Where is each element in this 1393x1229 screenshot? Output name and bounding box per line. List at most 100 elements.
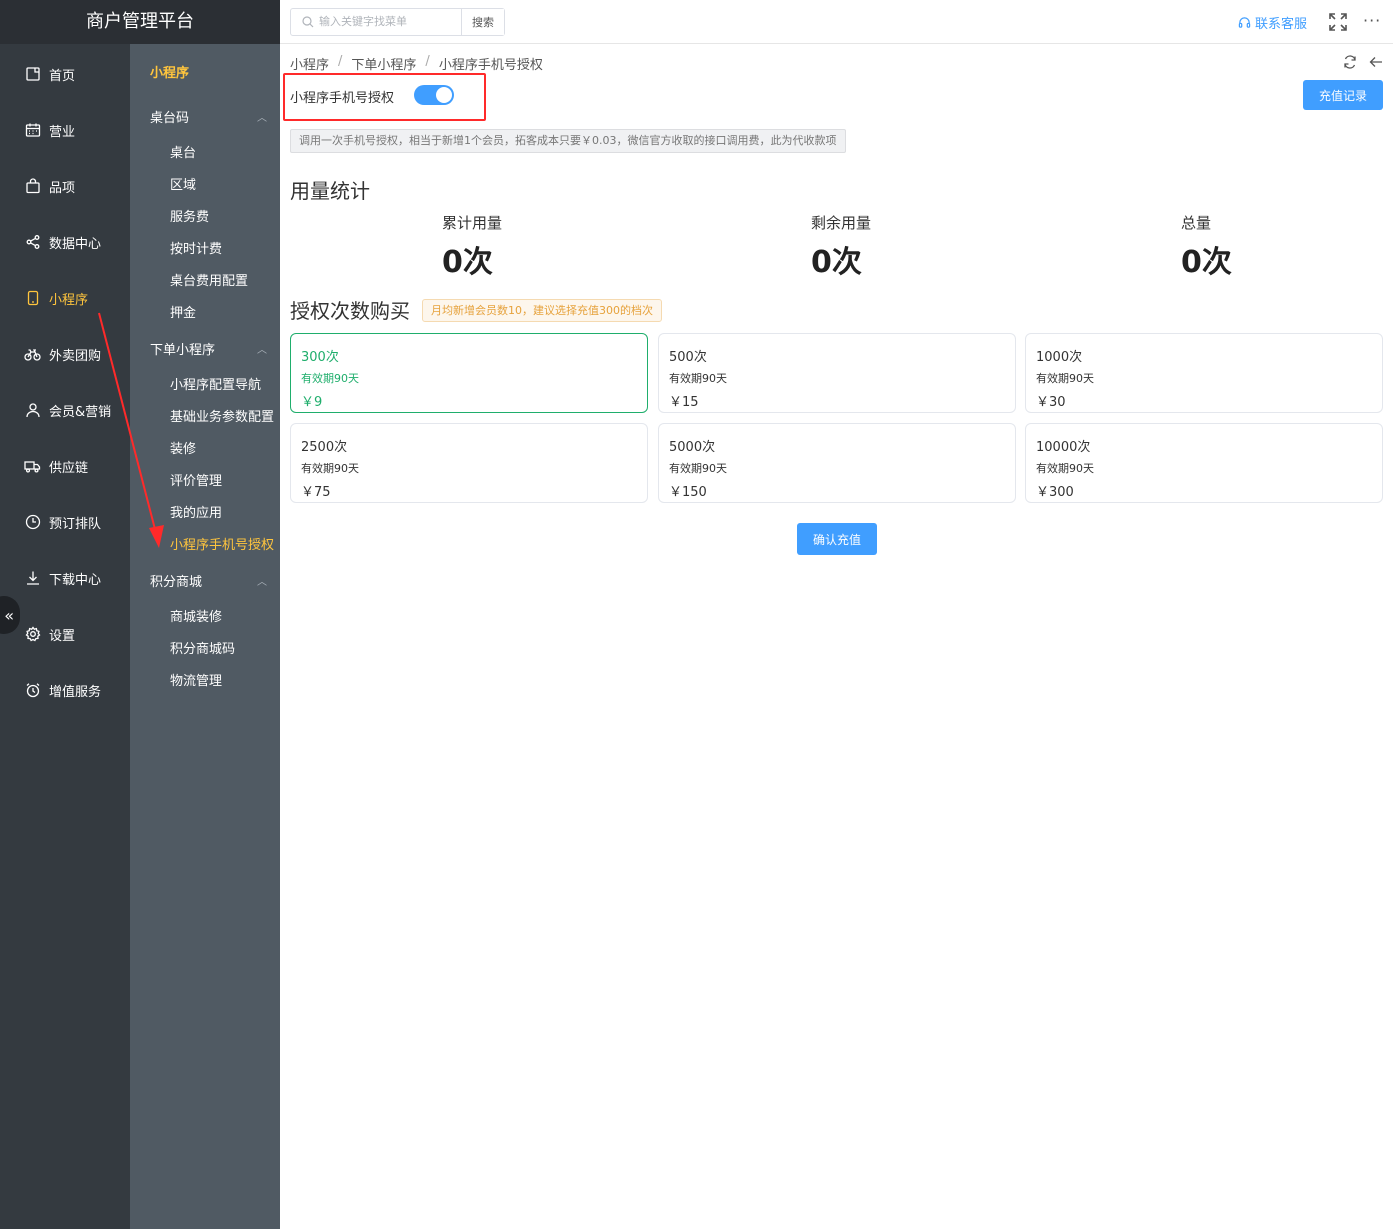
subnav-group-order-mini-program[interactable]: 下单小程序 ︿ <box>150 339 275 358</box>
chevron-up-icon: ︿ <box>257 345 267 356</box>
breadcrumb-separator: / <box>338 54 343 69</box>
download-icon <box>24 570 41 587</box>
phone-auth-label: 小程序手机号授权 <box>290 91 395 106</box>
package-validity: 有效期90天 <box>301 372 359 385</box>
package-price: ￥75 <box>301 485 331 500</box>
subnav-item-my-apps[interactable]: 我的应用 <box>170 502 222 521</box>
fullscreen-button[interactable] <box>1329 13 1347 35</box>
back-arrow-icon[interactable] <box>1369 55 1383 69</box>
nav-item-label: 下载中心 <box>49 572 102 588</box>
nav-item-products[interactable]: 品项 <box>0 158 130 214</box>
breadcrumb-item[interactable]: 下单小程序 <box>351 54 416 73</box>
double-chevron-left-icon: « <box>4 605 14 625</box>
phone-auth-toggle[interactable] <box>414 85 454 105</box>
nav-item-label: 增值服务 <box>49 684 102 700</box>
auth-notice: 调用一次手机号授权，相当于新增1个会员，拓客成本只要￥0.03，微信官方收取的接… <box>290 129 846 153</box>
share-icon <box>24 234 41 251</box>
package-price: ￥30 <box>1036 395 1066 410</box>
stat-label: 累计用量 <box>442 214 503 232</box>
package-card[interactable]: 300次 有效期90天 ￥9 <box>290 333 648 413</box>
page-tools <box>1343 55 1383 69</box>
clock-icon <box>24 514 41 531</box>
package-count: 300次 <box>301 350 339 365</box>
nav-item-home[interactable]: 首页 <box>0 46 130 102</box>
stat-label: 总量 <box>1181 214 1212 232</box>
subnav-item-table[interactable]: 桌台 <box>170 142 196 161</box>
breadcrumb-item: 小程序手机号授权 <box>438 58 543 73</box>
nav-item-delivery[interactable]: 外卖团购 <box>0 326 130 382</box>
subnav-item-logistics[interactable]: 物流管理 <box>170 670 222 689</box>
package-count: 10000次 <box>1036 440 1091 455</box>
subnav-group-label: 积分商城 <box>150 575 203 590</box>
subnav-title: 小程序 <box>150 66 190 81</box>
phone-icon <box>24 290 41 307</box>
recharge-log-button[interactable]: 充值记录 <box>1303 80 1383 110</box>
search-input[interactable] <box>291 9 462 35</box>
refresh-icon[interactable] <box>1343 55 1357 69</box>
nav-item-value-added[interactable]: 增值服务 <box>0 662 130 718</box>
package-count: 1000次 <box>1036 350 1083 365</box>
stat-remaining: 剩余用量 0次 <box>811 212 871 281</box>
subnav-item-reviews[interactable]: 评价管理 <box>170 470 222 489</box>
subnav-item-deposit[interactable]: 押金 <box>170 302 196 321</box>
stat-total-used: 累计用量 0次 <box>442 212 502 281</box>
search-button[interactable]: 搜索 <box>462 9 504 35</box>
package-validity: 有效期90天 <box>669 372 727 385</box>
subnav-item-config-nav[interactable]: 小程序配置导航 <box>170 374 261 393</box>
nav-item-reservation[interactable]: 预订排队 <box>0 494 130 550</box>
subnav-item-service-fee[interactable]: 服务费 <box>170 206 209 225</box>
gear-icon <box>24 626 41 643</box>
nav-item-data-center[interactable]: 数据中心 <box>0 214 130 270</box>
calendar-icon <box>24 122 41 139</box>
nav-item-label: 会员&营销 <box>49 404 112 420</box>
app-title: 商户管理平台 <box>0 0 280 44</box>
package-card[interactable]: 5000次 有效期90天 ￥150 <box>658 423 1016 503</box>
nav-item-supply-chain[interactable]: 供应链 <box>0 438 130 494</box>
stat-total: 总量 0次 <box>1181 212 1232 281</box>
chevron-up-icon: ︿ <box>257 577 267 588</box>
stat-value: 0次 <box>442 245 493 280</box>
package-validity: 有效期90天 <box>1036 372 1094 385</box>
package-card[interactable]: 10000次 有效期90天 ￥300 <box>1025 423 1383 503</box>
package-card[interactable]: 500次 有效期90天 ￥15 <box>658 333 1016 413</box>
package-price: ￥150 <box>669 485 707 500</box>
package-card[interactable]: 2500次 有效期90天 ￥75 <box>290 423 648 503</box>
purchase-suggestion-tag: 月均新增会员数10，建议选择充值300的档次 <box>422 299 662 322</box>
chevron-up-icon: ︿ <box>257 113 267 124</box>
nav-item-label: 预订排队 <box>49 516 102 532</box>
nav-item-download[interactable]: 下载中心 <box>0 550 130 606</box>
package-count: 5000次 <box>669 440 716 455</box>
nav-item-mini-program[interactable]: 小程序 <box>0 270 130 326</box>
nav-item-label: 首页 <box>49 68 76 84</box>
subnav-item-mall-decoration[interactable]: 商城装修 <box>170 606 222 625</box>
breadcrumb: 小程序 / 下单小程序 / 小程序手机号授权 <box>290 54 543 73</box>
subnav-item-mall-code[interactable]: 积分商城码 <box>170 638 235 657</box>
bag-icon <box>24 178 41 195</box>
user-icon <box>24 402 41 419</box>
nav-item-members[interactable]: 会员&营销 <box>0 382 130 438</box>
subnav-item-decoration[interactable]: 装修 <box>170 438 196 457</box>
more-menu-button[interactable]: ··· <box>1363 11 1381 30</box>
subnav-item-time-billing[interactable]: 按时计费 <box>170 238 222 257</box>
nav-item-business[interactable]: 营业 <box>0 102 130 158</box>
main-sidebar: 首页 营业 品项 数据中心 小程序 外卖团购 会员&营销 供应链 预订排队 下载… <box>0 0 130 1229</box>
alarm-icon <box>24 682 41 699</box>
subnav-group-points-mall[interactable]: 积分商城 ︿ <box>150 571 275 590</box>
subnav-item-area[interactable]: 区域 <box>170 174 196 193</box>
subnav-item-phone-auth[interactable]: 小程序手机号授权 <box>170 534 274 553</box>
contact-support-link[interactable]: 联系客服 <box>1238 13 1307 32</box>
home-icon <box>24 66 41 83</box>
subnav-item-basic-params[interactable]: 基础业务参数配置 <box>170 406 274 425</box>
nav-item-label: 小程序 <box>49 292 89 308</box>
breadcrumb-item[interactable]: 小程序 <box>290 54 329 73</box>
package-validity: 有效期90天 <box>301 462 359 475</box>
subnav-item-table-fee-config[interactable]: 桌台费用配置 <box>170 270 248 289</box>
main-content: 小程序 / 下单小程序 / 小程序手机号授权 小程序手机号授权 充值记录 调用一… <box>280 45 1393 1229</box>
truck-icon <box>24 458 41 475</box>
subnav-group-table-code[interactable]: 桌台码 ︿ <box>150 107 275 126</box>
subnav-group-label: 下单小程序 <box>150 343 216 358</box>
package-price: ￥9 <box>301 395 323 410</box>
confirm-recharge-button[interactable]: 确认充值 <box>797 523 877 555</box>
package-card[interactable]: 1000次 有效期90天 ￥30 <box>1025 333 1383 413</box>
nav-item-label: 品项 <box>49 180 76 196</box>
